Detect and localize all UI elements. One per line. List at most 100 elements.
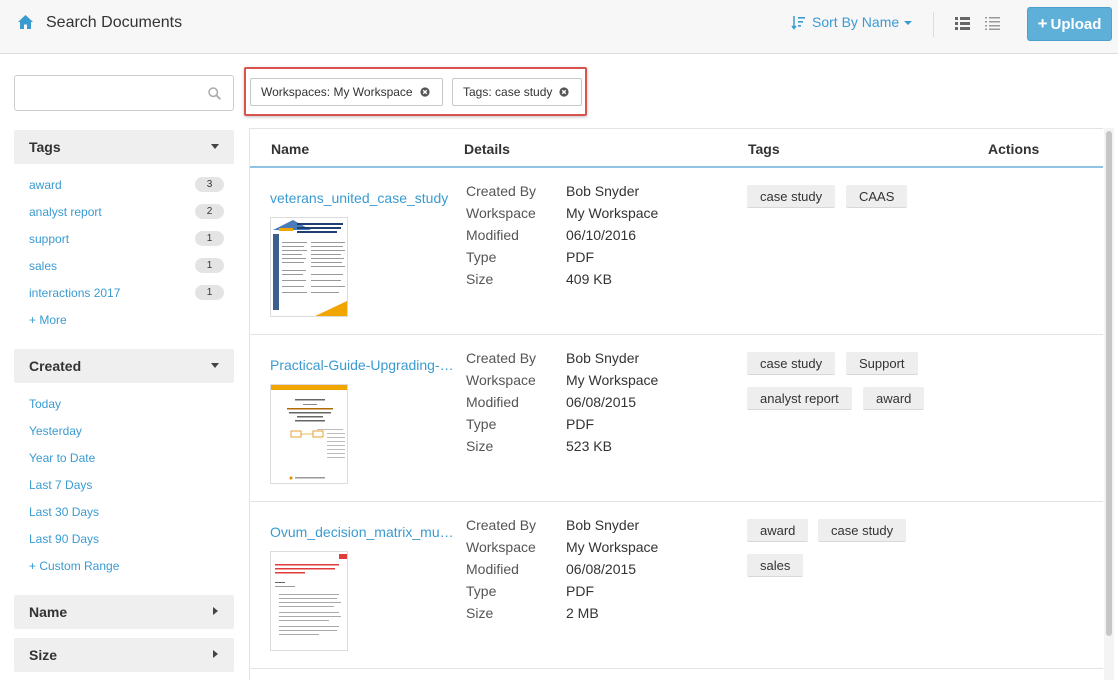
detail-label: Workspace — [466, 539, 536, 555]
document-tag[interactable]: sales — [747, 554, 804, 577]
workspace-value: My Workspace — [566, 372, 659, 388]
count-badge: 1 — [195, 258, 224, 273]
column-header-tags: Tags — [748, 141, 780, 157]
caret-down-icon — [211, 144, 219, 149]
count-badge: 1 — [195, 231, 224, 246]
detail-label: Type — [466, 416, 497, 432]
facet-item-created[interactable]: Last 7 Days — [29, 478, 92, 492]
search-box — [14, 75, 234, 111]
facet-item-created[interactable]: Today — [29, 397, 61, 411]
remove-filter-icon[interactable] — [559, 87, 569, 97]
facet-item-created[interactable]: Year to Date — [29, 451, 95, 465]
sort-dropdown[interactable]: Sort By Name — [791, 14, 913, 30]
facet-title: Size — [29, 647, 58, 663]
document-tag[interactable]: Support — [846, 352, 918, 375]
facet-header-name[interactable]: Name — [14, 595, 234, 629]
detail-label: Size — [466, 605, 494, 621]
document-name-link[interactable]: veterans_united_case_study — [270, 190, 455, 206]
detail-label: Modified — [466, 561, 519, 577]
facet-item-created[interactable]: Yesterday — [29, 424, 82, 438]
document-name-link[interactable]: Ovum_decision_matrix_multichannel — [270, 524, 455, 540]
facet-header-tags[interactable]: Tags — [14, 130, 234, 164]
document-preview — [271, 385, 347, 483]
table-row[interactable]: veterans_united_case_study Created By Wo… — [250, 168, 1103, 335]
facet-item-tag[interactable]: support — [29, 232, 69, 246]
facet-item-tag[interactable]: interactions 2017 — [29, 286, 120, 300]
document-tag[interactable]: CAAS — [846, 185, 908, 208]
search-icon[interactable] — [208, 87, 221, 100]
workspace-value: My Workspace — [566, 539, 659, 555]
column-header-name[interactable]: Name — [271, 141, 309, 157]
detail-label: Type — [466, 249, 497, 265]
document-tag[interactable]: case study — [747, 185, 836, 208]
type-value: PDF — [566, 249, 594, 265]
detail-label: Type — [466, 583, 497, 599]
search-input[interactable] — [15, 76, 200, 110]
chevron-down-icon — [904, 21, 913, 25]
home-icon[interactable] — [17, 14, 34, 30]
document-tag[interactable]: analyst report — [747, 387, 852, 410]
vertical-scrollbar[interactable] — [1104, 128, 1114, 680]
count-badge: 2 — [195, 204, 224, 219]
document-tag[interactable]: award — [863, 387, 925, 410]
caret-down-icon — [211, 363, 219, 368]
workspace-value: My Workspace — [566, 205, 659, 221]
facet-title: Created — [29, 358, 82, 374]
facet-title: Name — [29, 604, 68, 620]
header-bar: Search Documents Sort By Name + Upload — [0, 0, 1118, 54]
custom-range-link[interactable]: + Custom Range — [29, 559, 119, 573]
type-value: PDF — [566, 416, 594, 432]
detail-label: Modified — [466, 394, 519, 410]
filter-chip-workspace: Workspaces: My Workspace — [250, 78, 443, 106]
count-badge: 1 — [195, 285, 224, 300]
facet-item-tag[interactable]: award — [29, 178, 62, 192]
scrollbar-thumb[interactable] — [1106, 131, 1112, 636]
column-header-details: Details — [464, 141, 510, 157]
document-name-link[interactable]: Practical-Guide-Upgrading-CIC — [270, 357, 455, 373]
column-header-actions: Actions — [988, 141, 1040, 157]
sort-icon — [791, 15, 805, 30]
created-by-value: Bob Snyder — [566, 350, 640, 366]
count-badge: 3 — [195, 177, 224, 192]
facet-item-created[interactable]: Last 90 Days — [29, 532, 99, 546]
document-tag[interactable]: case study — [818, 519, 907, 542]
modified-value: 06/10/2016 — [566, 227, 637, 243]
size-value: 523 KB — [566, 438, 612, 454]
table-row[interactable]: Practical-Guide-Upgrading-CIC Created By… — [250, 335, 1103, 502]
document-tag[interactable]: case study — [747, 352, 836, 375]
facet-header-size[interactable]: Size — [14, 638, 234, 672]
size-value: 409 KB — [566, 271, 612, 287]
grid-view-icon[interactable] — [955, 17, 970, 30]
facet-item-created[interactable]: Last 30 Days — [29, 505, 99, 519]
detail-label: Modified — [466, 227, 519, 243]
header-divider — [933, 12, 934, 37]
remove-filter-icon[interactable] — [420, 87, 430, 97]
list-view-icon[interactable] — [985, 17, 1000, 30]
modified-value: 06/08/2015 — [566, 394, 637, 410]
facet-item-tag[interactable]: sales — [29, 259, 57, 273]
filter-chip-label: Workspaces: My Workspace — [261, 85, 413, 99]
plus-icon: + — [1037, 14, 1048, 33]
detail-label: Size — [466, 438, 494, 454]
more-tags-link[interactable]: + More — [29, 313, 67, 327]
caret-right-icon — [213, 650, 218, 658]
detail-label: Created By — [466, 350, 537, 366]
size-value: 2 MB — [566, 605, 599, 621]
facet-title: Tags — [29, 139, 61, 155]
document-tag[interactable]: award — [747, 519, 809, 542]
upload-label: Upload — [1050, 15, 1102, 33]
sort-label: Sort By Name — [812, 14, 900, 30]
facet-item-tag[interactable]: analyst report — [29, 205, 102, 219]
created-by-value: Bob Snyder — [566, 517, 640, 533]
upload-button[interactable]: + Upload — [1027, 7, 1112, 41]
filter-chip-label: Tags: case study — [463, 85, 553, 99]
document-thumbnail[interactable] — [270, 551, 348, 651]
modified-value: 06/08/2015 — [566, 561, 637, 577]
document-thumbnail[interactable] — [270, 384, 348, 484]
detail-label: Workspace — [466, 205, 536, 221]
table-row[interactable]: Ovum_decision_matrix_multichannel — [250, 502, 1103, 669]
facet-header-created[interactable]: Created — [14, 349, 234, 383]
filter-chip-tags: Tags: case study — [452, 78, 582, 106]
document-thumbnail[interactable] — [270, 217, 348, 317]
caret-right-icon — [213, 607, 218, 615]
